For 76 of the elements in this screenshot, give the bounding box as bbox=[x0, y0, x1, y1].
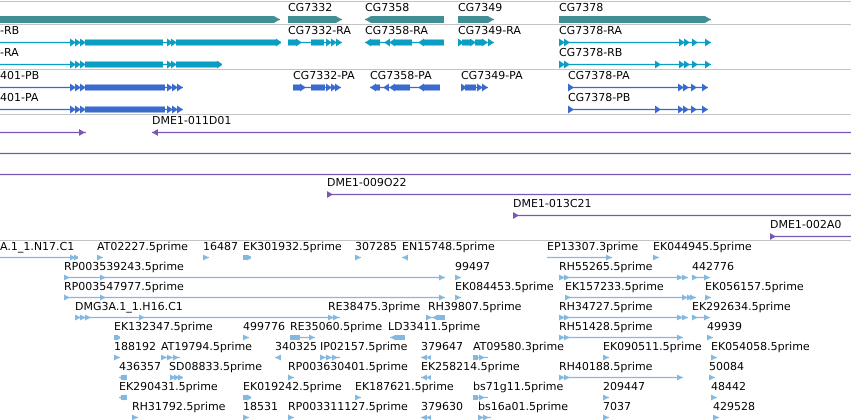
feature-label: -RB bbox=[0, 25, 20, 37]
feature-label: 188192 bbox=[114, 340, 156, 353]
feature-label: 499776 bbox=[243, 320, 285, 333]
feature-label: 7037 bbox=[603, 400, 631, 413]
feature-label: CG7349 bbox=[458, 2, 502, 14]
feature-label: DME1-011D01 bbox=[152, 115, 232, 127]
feature-label: RH31792.5prime bbox=[132, 400, 226, 413]
feature-label: RH40188.5prime bbox=[559, 360, 652, 373]
feature-label: CG7358-PA bbox=[370, 70, 432, 82]
feature-label: CG7378-RB bbox=[559, 47, 622, 59]
feature-label: DME1-013C21 bbox=[513, 198, 592, 210]
feature-label: CG7378-PA bbox=[568, 70, 630, 82]
feature-label: CG7358 bbox=[365, 2, 410, 14]
feature-label: 99497 bbox=[455, 260, 490, 273]
feature-label: 401-PA bbox=[0, 92, 38, 104]
feature-label: CG7358-RA bbox=[365, 25, 428, 37]
feature-label: EP13307.3prime bbox=[547, 240, 638, 253]
feature-label: CG7378 bbox=[559, 2, 604, 14]
feature-label: EK056157.5prime bbox=[705, 280, 804, 293]
feature-label: CG7332 bbox=[288, 2, 332, 14]
feature-label: 442776 bbox=[692, 260, 734, 273]
feature-label: EK290431.5prime bbox=[119, 380, 218, 393]
feature-label: AT19794.5prime bbox=[161, 340, 252, 353]
feature-label: EK292634.5prime bbox=[692, 300, 791, 313]
feature-label: DMG3A.1_1.H16.C1 bbox=[75, 300, 183, 313]
feature-label: EK132347.5prime bbox=[114, 320, 213, 333]
feature-label: RE35060.5prime bbox=[290, 320, 382, 333]
feature-label: bs16a01.5prime bbox=[478, 400, 568, 413]
feature-label: RE38475.3prime bbox=[328, 300, 420, 313]
feature-label: 307285 bbox=[355, 240, 397, 253]
feature-label: -RA bbox=[0, 47, 19, 59]
feature-label: CG7349-RA bbox=[458, 25, 521, 37]
feature-label: 436357 bbox=[119, 360, 161, 373]
feature-label: A.1_1.N17.C1 bbox=[0, 240, 74, 253]
feature-label: 379630 bbox=[421, 400, 463, 413]
feature-label: RP003547977.5prime bbox=[64, 280, 184, 293]
feature-label: EK054058.5prime bbox=[711, 340, 810, 353]
feature-label: DME1-002A0 bbox=[770, 218, 842, 231]
feature-label: RP003539243.5prime bbox=[64, 260, 184, 273]
feature-label: RH51428.5prime bbox=[559, 320, 652, 333]
feature-label: 209447 bbox=[603, 380, 645, 393]
feature-label: RH34727.5prime bbox=[559, 300, 652, 313]
feature-label: EK019242.5prime bbox=[243, 380, 342, 393]
feature-label: EK301932.5prime bbox=[243, 240, 342, 253]
feature-label: DME1-009O22 bbox=[327, 177, 407, 190]
feature-label: AT09580.3prime bbox=[473, 340, 564, 353]
feature-label: 18531 bbox=[243, 400, 278, 413]
feature-label: EK187621.5prime bbox=[355, 380, 454, 393]
feature-label: CG7332-RA bbox=[288, 25, 351, 37]
feature-label: bs71g11.5prime bbox=[473, 380, 564, 393]
feature-label: RP003630401.5prime bbox=[288, 360, 408, 373]
feature-label: CG7349-PA bbox=[461, 70, 523, 82]
feature-label: LD33411.5prime bbox=[388, 320, 480, 333]
feature-label: EK044945.5prime bbox=[653, 240, 752, 253]
feature-label: RP003311127.5prime bbox=[288, 400, 408, 413]
feature-label: AT02227.5prime bbox=[97, 240, 188, 253]
feature-label: RH39807.5prime bbox=[428, 300, 522, 313]
feature-label: 401-PB bbox=[0, 70, 40, 82]
feature-label: RH55265.5prime bbox=[559, 260, 652, 273]
feature-label: EK084453.5prime bbox=[455, 280, 554, 293]
feature-label: 50084 bbox=[709, 360, 744, 373]
feature-label: IP02157.5prime bbox=[320, 340, 408, 353]
feature-label: 429528 bbox=[713, 400, 755, 413]
feature-label: EK258214.5prime bbox=[421, 360, 520, 373]
feature-label: CG7378-PB bbox=[568, 92, 630, 104]
feature-label: EN15748.5prime bbox=[402, 240, 495, 253]
feature-label: 48442 bbox=[711, 380, 746, 393]
feature-label: CG7378-RA bbox=[559, 25, 622, 37]
feature-label: SD08833.5prime bbox=[169, 360, 262, 373]
feature-label: EK090511.5prime bbox=[603, 340, 702, 353]
feature-label: 49939 bbox=[707, 320, 742, 333]
feature-label: 340325 bbox=[275, 340, 317, 353]
feature-label: EK157233.5prime bbox=[565, 280, 664, 293]
feature-label: 16487 bbox=[203, 240, 238, 253]
feature-label: CG7332-PA bbox=[293, 70, 355, 82]
feature-label: 379647 bbox=[421, 340, 463, 353]
